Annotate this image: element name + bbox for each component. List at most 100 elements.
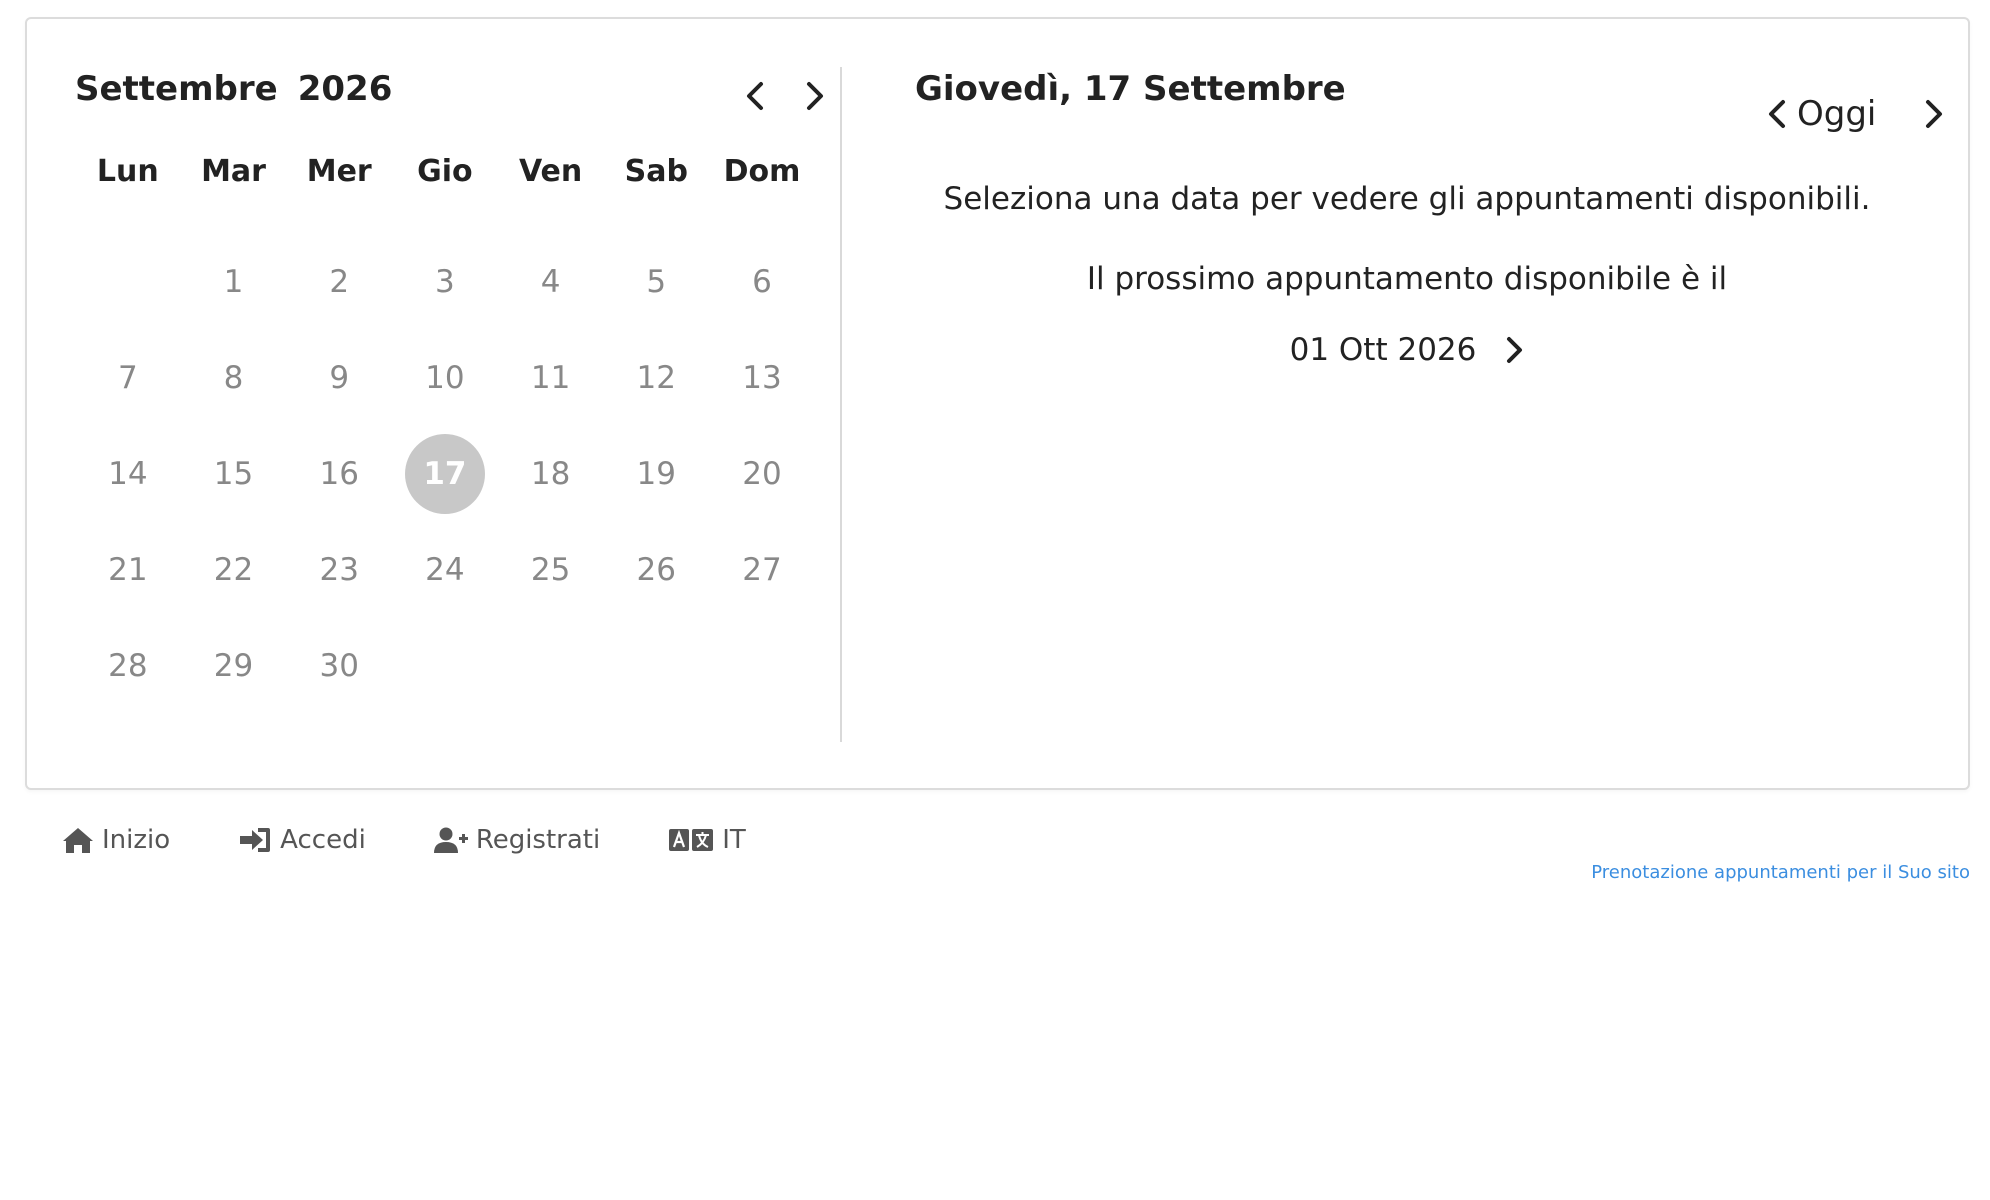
day-number: 9 bbox=[329, 360, 350, 396]
day-cell[interactable]: 3 bbox=[392, 234, 498, 330]
day-cell[interactable]: 19 bbox=[603, 426, 709, 522]
booking-card: Settembre 2026 Lun Mar Mer Gio Ven Sab Dom 1234… bbox=[25, 17, 1970, 790]
day-number: 23 bbox=[319, 552, 359, 588]
day-cell[interactable]: 1 bbox=[181, 234, 287, 330]
day-cell[interactable]: 12 bbox=[603, 330, 709, 426]
day-cell[interactable]: 25 bbox=[498, 522, 604, 618]
day-number: 8 bbox=[223, 360, 244, 396]
day-cell[interactable]: 10 bbox=[392, 330, 498, 426]
day-cell[interactable]: 5 bbox=[603, 234, 709, 330]
next-month-button[interactable] bbox=[790, 71, 840, 121]
day-number: 28 bbox=[108, 648, 148, 684]
next-day-button[interactable] bbox=[1914, 85, 1954, 143]
chevron-right-icon bbox=[1926, 100, 1942, 128]
chevron-left-icon bbox=[1769, 100, 1785, 128]
calendar-year: 2026 bbox=[297, 69, 393, 109]
day-cell[interactable]: 8 bbox=[181, 330, 287, 426]
next-appointment-date: 01 Ott 2026 bbox=[1289, 332, 1477, 368]
day-panel: Giovedì, 17 Settembre Oggi Seleziona una… bbox=[842, 19, 1968, 788]
day-number: 25 bbox=[530, 552, 571, 588]
day-cell[interactable]: 18 bbox=[498, 426, 604, 522]
selected-day-cell[interactable]: 17 bbox=[392, 426, 498, 522]
next-appointment-message: Il prossimo appuntamento disponibile è i… bbox=[1086, 261, 1728, 297]
day-number: 17 bbox=[423, 456, 467, 492]
day-number: 12 bbox=[636, 360, 676, 396]
previous-day-button[interactable] bbox=[1757, 85, 1797, 143]
register-label: Registrati bbox=[475, 825, 601, 855]
day-cell[interactable]: 21 bbox=[75, 522, 181, 618]
sign-in-icon bbox=[240, 828, 271, 852]
day-cell[interactable]: 20 bbox=[709, 426, 815, 522]
empty-day-cell bbox=[75, 234, 181, 330]
day-cell[interactable]: 13 bbox=[709, 330, 815, 426]
day-number: 1 bbox=[223, 264, 244, 300]
day-number: 3 bbox=[435, 264, 455, 300]
day-number: 14 bbox=[108, 456, 148, 492]
weekday-header: Lun Mar Mer Gio Ven Sab Dom bbox=[75, 154, 815, 189]
weekday-label: Mer bbox=[306, 154, 372, 189]
day-number: 19 bbox=[636, 456, 676, 492]
day-number: 4 bbox=[540, 264, 561, 300]
language-selector[interactable]: IT bbox=[668, 825, 746, 855]
day-number: 15 bbox=[213, 456, 254, 492]
day-number: 21 bbox=[108, 552, 148, 588]
weekday-label: Sab bbox=[624, 154, 688, 189]
register-link[interactable]: Registrati bbox=[433, 825, 601, 855]
day-number: 13 bbox=[742, 360, 782, 396]
select-date-message: Seleziona una data per vedere gli appunt… bbox=[943, 181, 1871, 217]
weekday-label: Ven bbox=[518, 154, 583, 189]
day-cell[interactable]: 22 bbox=[181, 522, 287, 618]
selected-date-title: Giovedì, 17 Settembre bbox=[915, 69, 1346, 109]
day-number: 11 bbox=[530, 360, 571, 396]
day-cell[interactable]: 7 bbox=[75, 330, 181, 426]
weekday-label: Dom bbox=[723, 154, 801, 189]
footer-nav: Inizio Accedi Registrati IT bbox=[62, 818, 814, 862]
home-label: Inizio bbox=[102, 825, 171, 855]
previous-month-button[interactable] bbox=[730, 71, 780, 121]
login-label: Accedi bbox=[280, 825, 366, 855]
day-number: 16 bbox=[319, 456, 359, 492]
chevron-right-icon bbox=[807, 82, 823, 110]
day-cell[interactable]: 14 bbox=[75, 426, 181, 522]
day-cell[interactable]: 4 bbox=[498, 234, 604, 330]
today-button[interactable]: Oggi bbox=[1797, 85, 1876, 143]
calendar-title: Settembre 2026 bbox=[75, 69, 392, 109]
user-plus-icon bbox=[433, 827, 468, 853]
day-grid: 1 2 3 4 5 6 7 8 9 10 11 12 13 14 15 16 17 18 19 20 21 22 23 24 2… bbox=[75, 234, 815, 714]
login-link[interactable]: Accedi bbox=[238, 825, 366, 855]
day-number: 22 bbox=[213, 552, 254, 588]
home-icon bbox=[63, 828, 93, 853]
day-cell[interactable]: 30 bbox=[286, 618, 392, 714]
day-number: 30 bbox=[319, 648, 359, 684]
day-cell[interactable]: 28 bbox=[75, 618, 181, 714]
day-number: 10 bbox=[425, 360, 465, 396]
day-cell[interactable]: 11 bbox=[498, 330, 604, 426]
day-cell[interactable]: 27 bbox=[709, 522, 815, 618]
day-cell[interactable]: 24 bbox=[392, 522, 498, 618]
day-number: 6 bbox=[752, 264, 772, 300]
day-number: 26 bbox=[636, 552, 676, 588]
day-cell[interactable]: 16 bbox=[286, 426, 392, 522]
day-number: 24 bbox=[425, 552, 465, 588]
weekday-label: Lun bbox=[96, 154, 159, 189]
month-calendar: Settembre 2026 Lun Mar Mer Gio Ven Sab Dom 1234… bbox=[27, 19, 840, 788]
day-cell[interactable]: 23 bbox=[286, 522, 392, 618]
weekday-label: Gio bbox=[417, 154, 473, 189]
day-cell[interactable]: 29 bbox=[181, 618, 287, 714]
day-cell[interactable]: 15 bbox=[181, 426, 287, 522]
day-cell[interactable]: 26 bbox=[603, 522, 709, 618]
credit-link[interactable]: Prenotazione appuntamenti per il Suo sit… bbox=[1591, 862, 1970, 883]
day-cell[interactable]: 6 bbox=[709, 234, 815, 330]
day-cell[interactable]: 2 bbox=[286, 234, 392, 330]
day-cell[interactable]: 9 bbox=[286, 330, 392, 426]
day-number: 27 bbox=[742, 552, 782, 588]
day-number: 20 bbox=[742, 456, 782, 492]
day-number: 29 bbox=[213, 648, 254, 684]
day-number: 7 bbox=[117, 360, 138, 396]
chevron-left-icon bbox=[747, 82, 763, 110]
chevron-right-icon bbox=[1504, 336, 1524, 364]
day-number: 5 bbox=[646, 264, 667, 300]
language-icon bbox=[669, 829, 714, 851]
home-link[interactable]: Inizio bbox=[62, 825, 170, 855]
next-appointment-link[interactable]: 01 Ott 2026 bbox=[842, 332, 1972, 368]
